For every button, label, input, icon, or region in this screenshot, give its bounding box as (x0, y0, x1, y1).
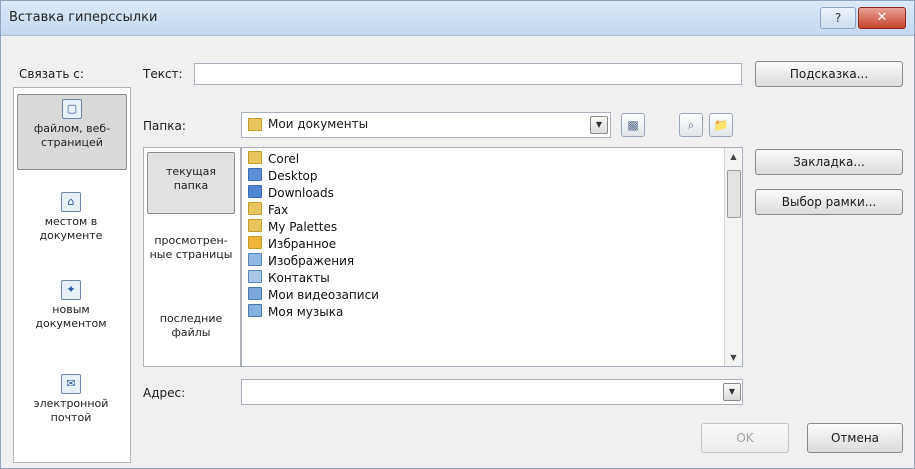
file-name: Изображения (268, 254, 355, 268)
file-list[interactable]: Corel Desktop Downloads Fax My Palettes … (241, 147, 743, 367)
insert-hyperlink-dialog: Вставка гиперссылки ? ✕ Связать с: ▢ фай… (0, 0, 915, 469)
folder-dropdown-arrow[interactable]: ▼ (590, 116, 608, 134)
file-name: Fax (268, 203, 289, 217)
desktop-folder-icon (248, 168, 262, 181)
target-frame-button[interactable]: Выбор рамки... (755, 189, 903, 215)
list-item[interactable]: My Palettes (248, 219, 337, 236)
link-to-new-document-label: новым документом (35, 303, 107, 330)
text-input[interactable] (194, 63, 742, 85)
email-icon: ✉ (61, 374, 81, 394)
look-in-current-folder[interactable]: текущая папка (147, 152, 235, 214)
close-button[interactable]: ✕ (858, 7, 906, 29)
favorites-folder-icon (248, 236, 262, 249)
list-item[interactable]: Downloads (248, 185, 334, 202)
downloads-folder-icon (248, 185, 262, 198)
web-page-icon: ▢ (62, 99, 82, 119)
open-folder-icon[interactable]: 📁 (709, 113, 733, 137)
bookmark-button[interactable]: Закладка... (755, 149, 903, 175)
list-item[interactable]: Моя музыка (248, 304, 343, 321)
videos-folder-icon (248, 287, 262, 300)
file-name: Downloads (268, 186, 334, 200)
look-in-browsed-pages[interactable]: просмотрен-ные страницы (147, 234, 235, 290)
music-folder-icon (248, 304, 262, 317)
browse-file-icon[interactable]: ⌕ (679, 113, 703, 137)
scroll-up-icon[interactable]: ▲ (725, 148, 742, 165)
text-label: Текст: (143, 67, 183, 81)
help-button[interactable]: ? (820, 7, 856, 29)
folder-icon (248, 202, 262, 215)
look-in-panel: текущая папка просмотрен-ные страницы по… (143, 147, 241, 367)
folder-combo[interactable]: Мои документы ▼ (241, 112, 611, 138)
folder-icon (248, 118, 262, 131)
folder-label: Папка: (143, 119, 186, 133)
folder-icon (248, 219, 262, 232)
address-input[interactable]: ▼ (241, 379, 743, 405)
pictures-folder-icon (248, 253, 262, 266)
link-to-label: Связать с: (19, 67, 84, 81)
cancel-button[interactable]: Отмена (807, 423, 903, 453)
scroll-thumb[interactable] (727, 170, 741, 218)
look-in-recent-files[interactable]: последние файлы (147, 312, 235, 352)
link-to-email[interactable]: ✉ электронной почтой (17, 370, 125, 434)
file-name: Моя музыка (268, 305, 344, 319)
list-item[interactable]: Контакты (248, 270, 330, 287)
link-to-place-label: местом в документе (39, 215, 103, 242)
folder-value: Мои документы (268, 117, 369, 131)
file-list-scrollbar[interactable]: ▲ ▼ (724, 148, 742, 366)
list-item[interactable]: Мои видеозаписи (248, 287, 379, 304)
ok-button[interactable]: OK (701, 423, 789, 453)
file-name: Избранное (268, 237, 337, 251)
file-name: Desktop (268, 169, 318, 183)
list-item[interactable]: Desktop (248, 168, 318, 185)
folder-icon (248, 151, 262, 164)
address-label: Адрес: (143, 386, 186, 400)
address-dropdown-arrow[interactable]: ▼ (723, 383, 741, 401)
link-to-new-document[interactable]: ✦ новым документом (17, 276, 125, 340)
file-name: Контакты (268, 271, 330, 285)
link-to-email-label: электронной почтой (33, 397, 109, 424)
list-item[interactable]: Избранное (248, 236, 336, 253)
bookmark-icon: ⌂ (61, 192, 81, 212)
file-name: Мои видеозаписи (268, 288, 379, 302)
hint-button[interactable]: Подсказка... (755, 61, 903, 87)
scroll-down-icon[interactable]: ▼ (725, 349, 742, 366)
link-to-file-webpage-label: файлом, веб-страницей (33, 122, 111, 149)
browse-web-icon[interactable]: ▩ (621, 113, 645, 137)
title-bar[interactable]: Вставка гиперссылки ? ✕ (1, 1, 914, 36)
link-to-file-webpage[interactable]: ▢ файлом, веб-страницей (17, 94, 127, 170)
list-item[interactable]: Изображения (248, 253, 354, 270)
new-document-icon: ✦ (61, 280, 81, 300)
file-name: My Palettes (268, 220, 338, 234)
file-name: Corel (268, 152, 300, 166)
contacts-folder-icon (248, 270, 262, 283)
link-to-panel: ▢ файлом, веб-страницей ⌂ местом в докум… (13, 87, 131, 463)
list-item[interactable]: Fax (248, 202, 288, 219)
list-item[interactable]: Corel (248, 151, 299, 168)
window-title: Вставка гиперссылки (9, 10, 158, 25)
link-to-place-in-document[interactable]: ⌂ местом в документе (17, 188, 125, 252)
